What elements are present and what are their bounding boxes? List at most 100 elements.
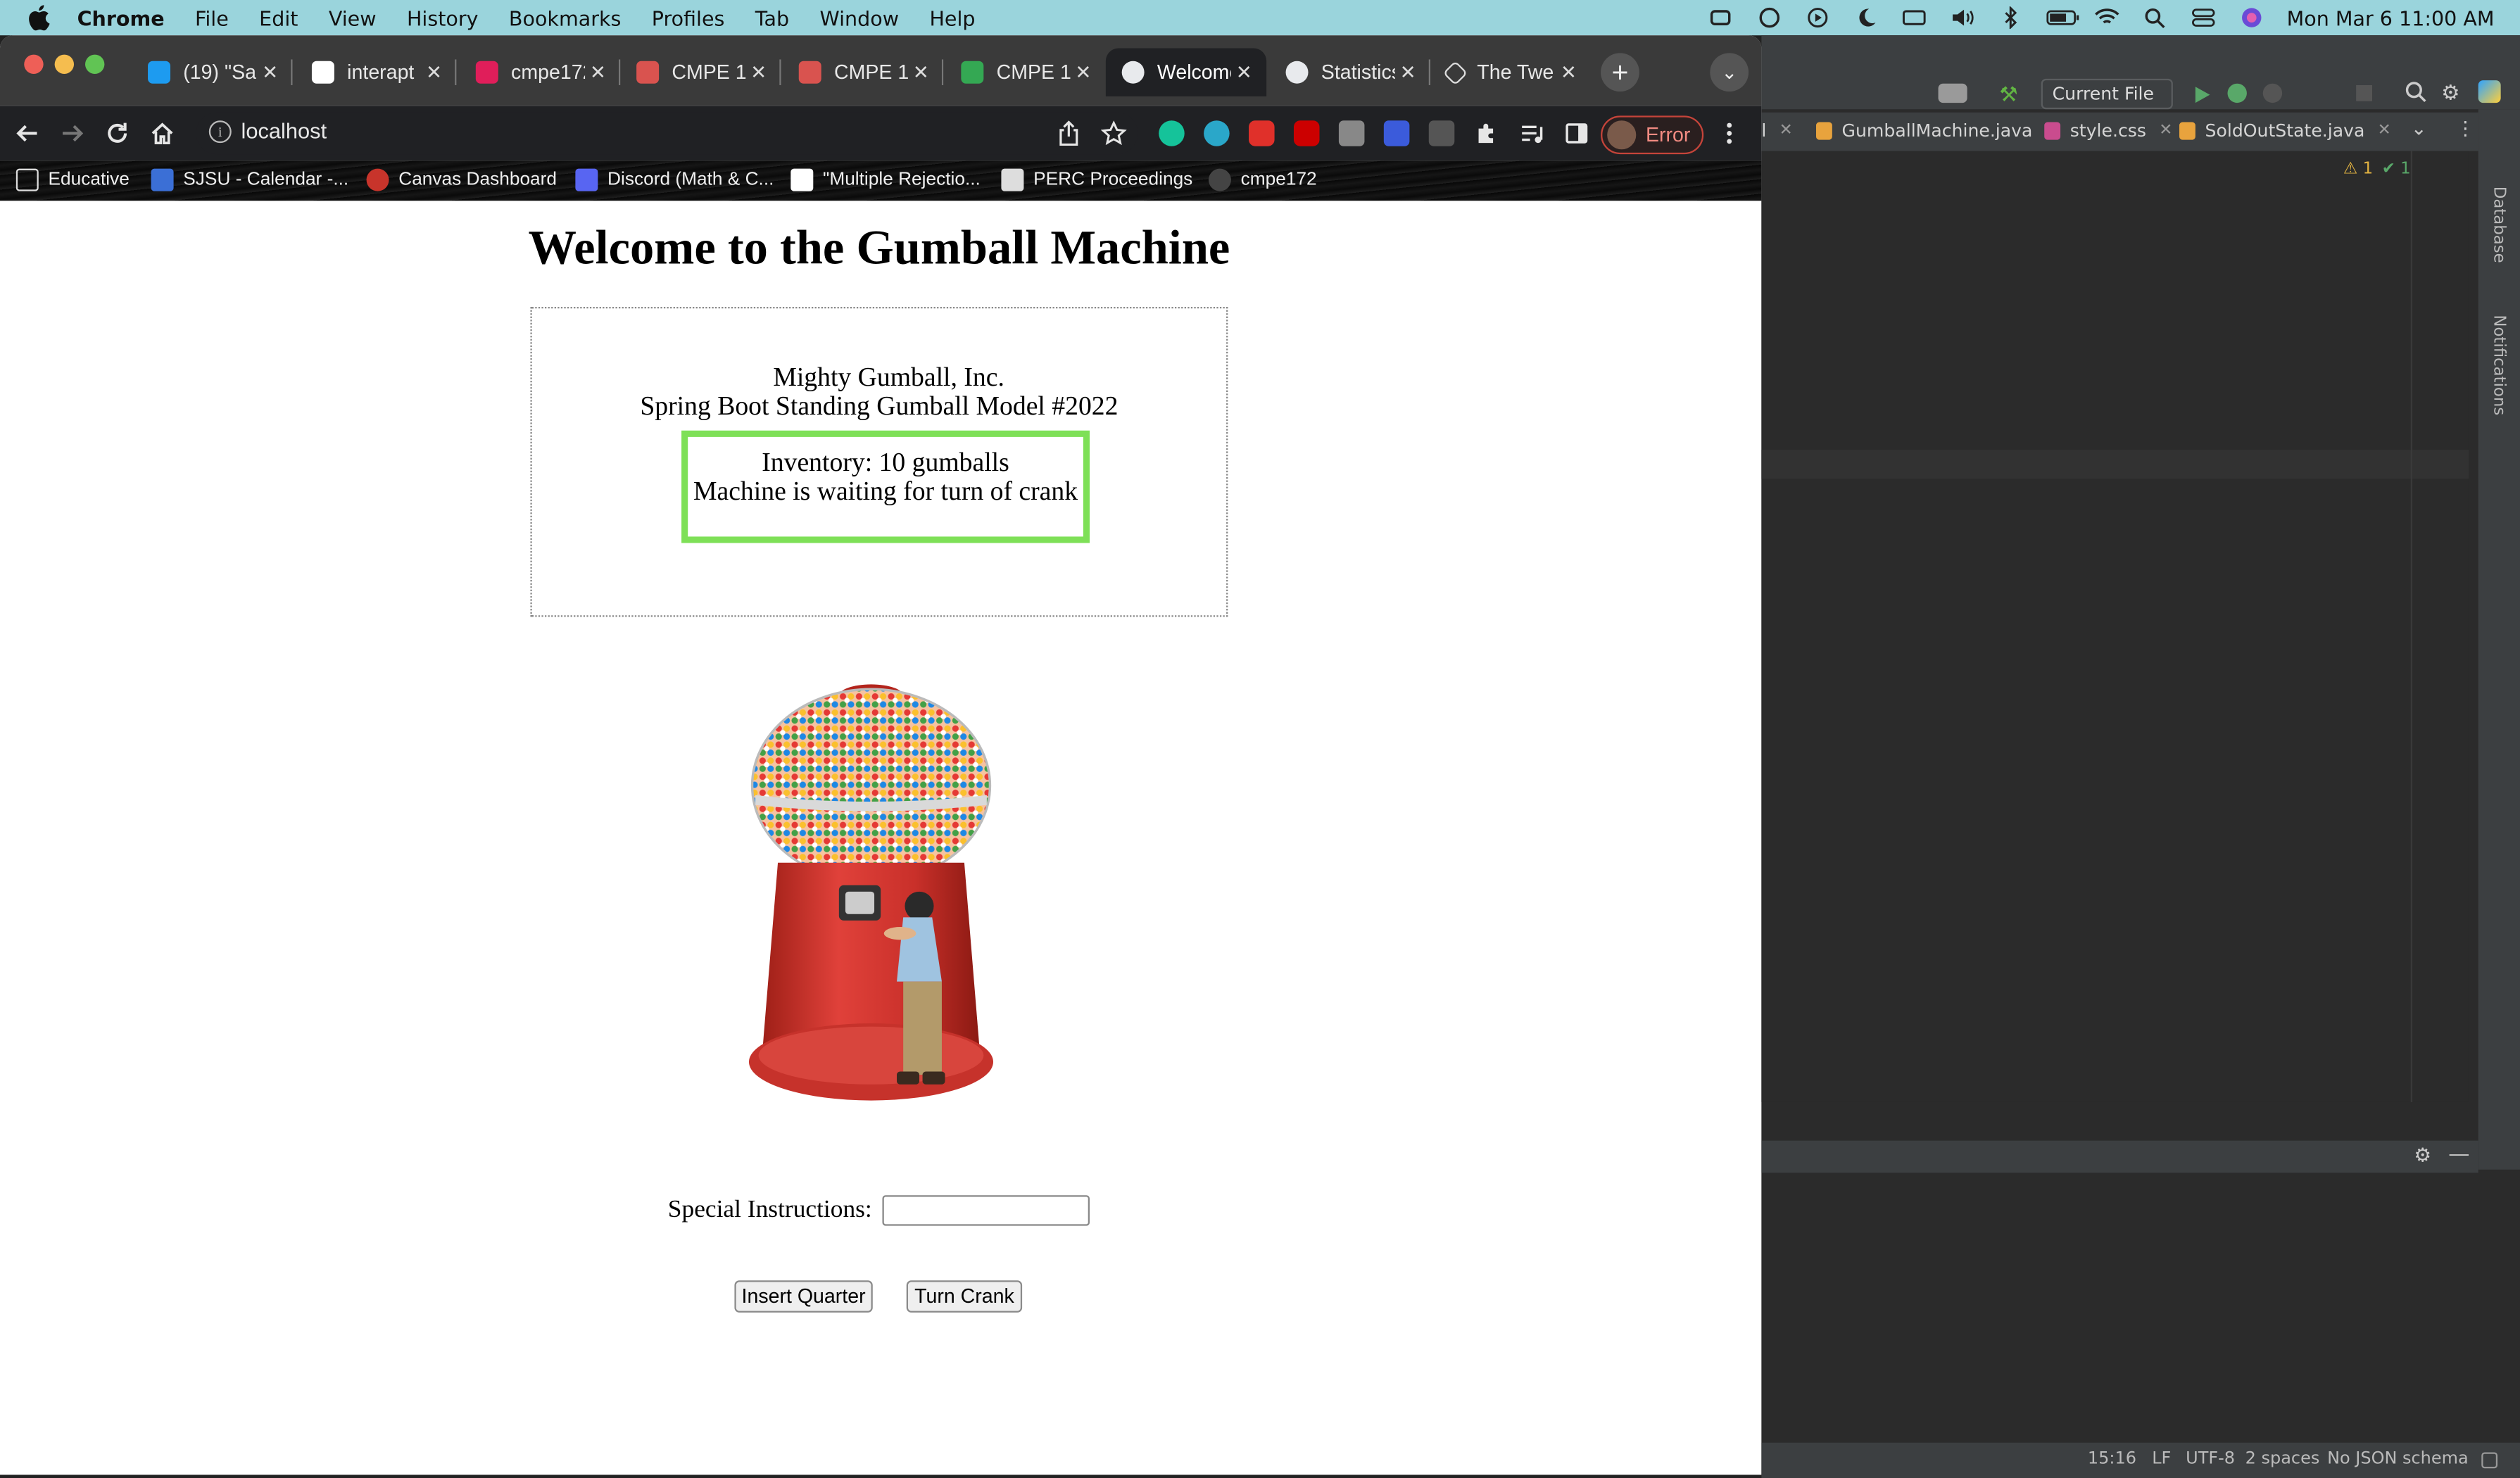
battery-icon[interactable]	[2046, 6, 2079, 29]
extension-status-icon[interactable]	[1708, 6, 1734, 29]
zoom-window-button[interactable]	[85, 54, 105, 74]
check-count[interactable]: ✔ 1	[2382, 160, 2411, 178]
toolbox-icon[interactable]	[2478, 80, 2501, 103]
side-panel-icon[interactable]	[1561, 118, 1593, 150]
line-separator[interactable]: LF	[2152, 1449, 2171, 1468]
bookmark-canvas-dashboard[interactable]: Canvas Dashboard	[366, 168, 557, 191]
url-text[interactable]: localhost	[241, 119, 327, 143]
notifications-tool-tab[interactable]: Notifications	[2490, 315, 2507, 415]
more-tabs-icon[interactable]: ⋮	[2456, 118, 2475, 140]
grammarly-icon[interactable]	[1159, 120, 1185, 146]
bookmark-discord[interactable]: Discord (Math & C...	[575, 168, 774, 191]
extensions-puzzle-icon[interactable]	[1470, 118, 1503, 150]
turn-crank-button[interactable]: Turn Crank	[906, 1280, 1023, 1313]
menu-history[interactable]: History	[407, 6, 479, 30]
bookmark-star-icon[interactable]	[1097, 118, 1130, 150]
tab-twitter[interactable]: (19) "San ✕	[132, 48, 293, 96]
close-tab-icon[interactable]: ✕	[421, 61, 447, 84]
tab-search-button[interactable]: ⌄	[1710, 53, 1749, 92]
menu-view[interactable]: View	[329, 6, 377, 30]
sync-icon[interactable]	[1756, 6, 1782, 29]
editor-tab-style-css[interactable]: style.css ✕	[2044, 120, 2172, 141]
close-tab-icon[interactable]: ✕	[745, 61, 771, 84]
menu-tab[interactable]: Tab	[755, 6, 789, 30]
run-icon[interactable]	[2192, 84, 2211, 113]
menu-edit[interactable]: Edit	[259, 6, 298, 30]
mendeley-icon[interactable]	[1204, 120, 1230, 146]
control-center-icon[interactable]	[2191, 6, 2217, 29]
json-schema[interactable]: No JSON schema	[2327, 1449, 2469, 1468]
bookmark-educative[interactable]: Educative	[15, 168, 130, 191]
close-tab-icon[interactable]: ✕	[1556, 61, 1582, 84]
siri-icon[interactable]	[2238, 6, 2264, 29]
menu-window[interactable]: Window	[820, 6, 900, 30]
bookmark-cmpe172[interactable]: cmpe172	[1208, 168, 1317, 191]
coverage-icon[interactable]	[2262, 83, 2283, 103]
bluetooth-icon[interactable]	[1998, 5, 2024, 30]
bookmark-multiple-rejection[interactable]: "Multiple Rejectio...	[790, 168, 981, 191]
gear-icon[interactable]: ⚙	[2414, 1144, 2431, 1166]
tab-canvas-2[interactable]: CMPE 17 ✕	[783, 48, 944, 96]
menu-app-name[interactable]: Chrome	[77, 6, 165, 30]
run-config-select[interactable]: Current File	[2041, 78, 2173, 110]
apple-icon[interactable]	[26, 5, 52, 31]
user-icon[interactable]	[1938, 83, 1967, 103]
code-editor[interactable]: ⚠ 1 ✔ 1	[1761, 151, 2469, 1102]
minimize-window-button[interactable]	[54, 54, 75, 74]
share-icon[interactable]	[1052, 118, 1085, 150]
play-icon[interactable]	[1805, 6, 1831, 29]
tab-canvas-1[interactable]: CMPE 17 ✕	[620, 48, 781, 96]
new-tab-button[interactable]: +	[1601, 53, 1639, 92]
spotlight-search-icon[interactable]	[2142, 6, 2168, 29]
tab-slack[interactable]: cmpe172 ✕	[460, 48, 621, 96]
reader-extension-icon[interactable]	[1338, 120, 1365, 146]
menu-bookmarks[interactable]: Bookmarks	[509, 6, 621, 30]
special-instructions-input[interactable]	[883, 1195, 1091, 1226]
editor-tab-partial[interactable]: l ✕	[1761, 120, 1792, 141]
debug-icon[interactable]	[2227, 83, 2247, 103]
close-tab-icon[interactable]: ✕	[257, 61, 283, 84]
indent-setting[interactable]: 2 spaces	[2245, 1449, 2320, 1468]
media-control-icon[interactable]	[1516, 118, 1548, 150]
forward-icon[interactable]	[56, 118, 89, 150]
menu-file[interactable]: File	[195, 6, 229, 30]
database-tool-tab[interactable]: Database	[2490, 187, 2507, 263]
close-tab-icon[interactable]: ✕	[1231, 61, 1257, 84]
close-tab-icon[interactable]: ✕	[2159, 122, 2172, 139]
insert-quarter-button[interactable]: Insert Quarter	[734, 1280, 873, 1313]
wifi-icon[interactable]	[2094, 6, 2120, 29]
stop-icon[interactable]	[2356, 84, 2373, 101]
home-icon[interactable]	[146, 118, 179, 150]
minimize-icon[interactable]: —	[2450, 1142, 2469, 1165]
bookmark-perc-proceedings[interactable]: PERC Proceedings	[1001, 168, 1192, 191]
moon-icon[interactable]	[1853, 6, 1879, 29]
file-encoding[interactable]: UTF-8	[2186, 1449, 2235, 1468]
close-tab-icon[interactable]: ✕	[1395, 61, 1421, 84]
menu-profiles[interactable]: Profiles	[652, 6, 725, 30]
tab-google-search[interactable]: interapt ✕	[296, 48, 457, 96]
menu-clock[interactable]: Mon Mar 6 11:00 AM	[2287, 6, 2495, 30]
search-icon[interactable]	[2405, 80, 2427, 110]
volume-icon[interactable]	[1949, 6, 1975, 29]
hammer-icon[interactable]: ⚒	[1999, 82, 2022, 106]
close-tab-icon[interactable]: ✕	[585, 61, 611, 84]
cursor-position[interactable]: 15:16	[2088, 1449, 2136, 1468]
close-tab-icon[interactable]: ✕	[1779, 122, 1793, 139]
back-icon[interactable]	[11, 118, 44, 150]
close-tab-icon[interactable]: ✕	[1071, 61, 1097, 84]
youtube-extension-icon[interactable]	[1293, 120, 1320, 146]
reload-icon[interactable]	[101, 118, 134, 150]
warning-count[interactable]: ⚠ 1	[2343, 160, 2373, 178]
editor-tab-gumballmachine[interactable]: GumballMachine.java✕	[1816, 120, 2059, 141]
lock-icon[interactable]	[2481, 1452, 2498, 1469]
kebab-menu-icon[interactable]	[1713, 118, 1746, 150]
close-window-button[interactable]	[24, 54, 44, 74]
document-extension-icon[interactable]	[1383, 120, 1410, 146]
bookmark-sjsu-calendar[interactable]: SJSU - Calendar -...	[151, 168, 349, 191]
tools-extension-icon[interactable]	[1428, 120, 1455, 146]
site-info-icon[interactable]: i	[208, 120, 232, 144]
address-bar[interactable]: i localhost	[196, 112, 1138, 155]
tab-list-chevron-icon[interactable]: ⌄	[2411, 118, 2427, 140]
tab-the-twelve[interactable]: The Twe ✕	[1430, 48, 1591, 96]
keyboard-icon[interactable]	[1901, 6, 1927, 29]
